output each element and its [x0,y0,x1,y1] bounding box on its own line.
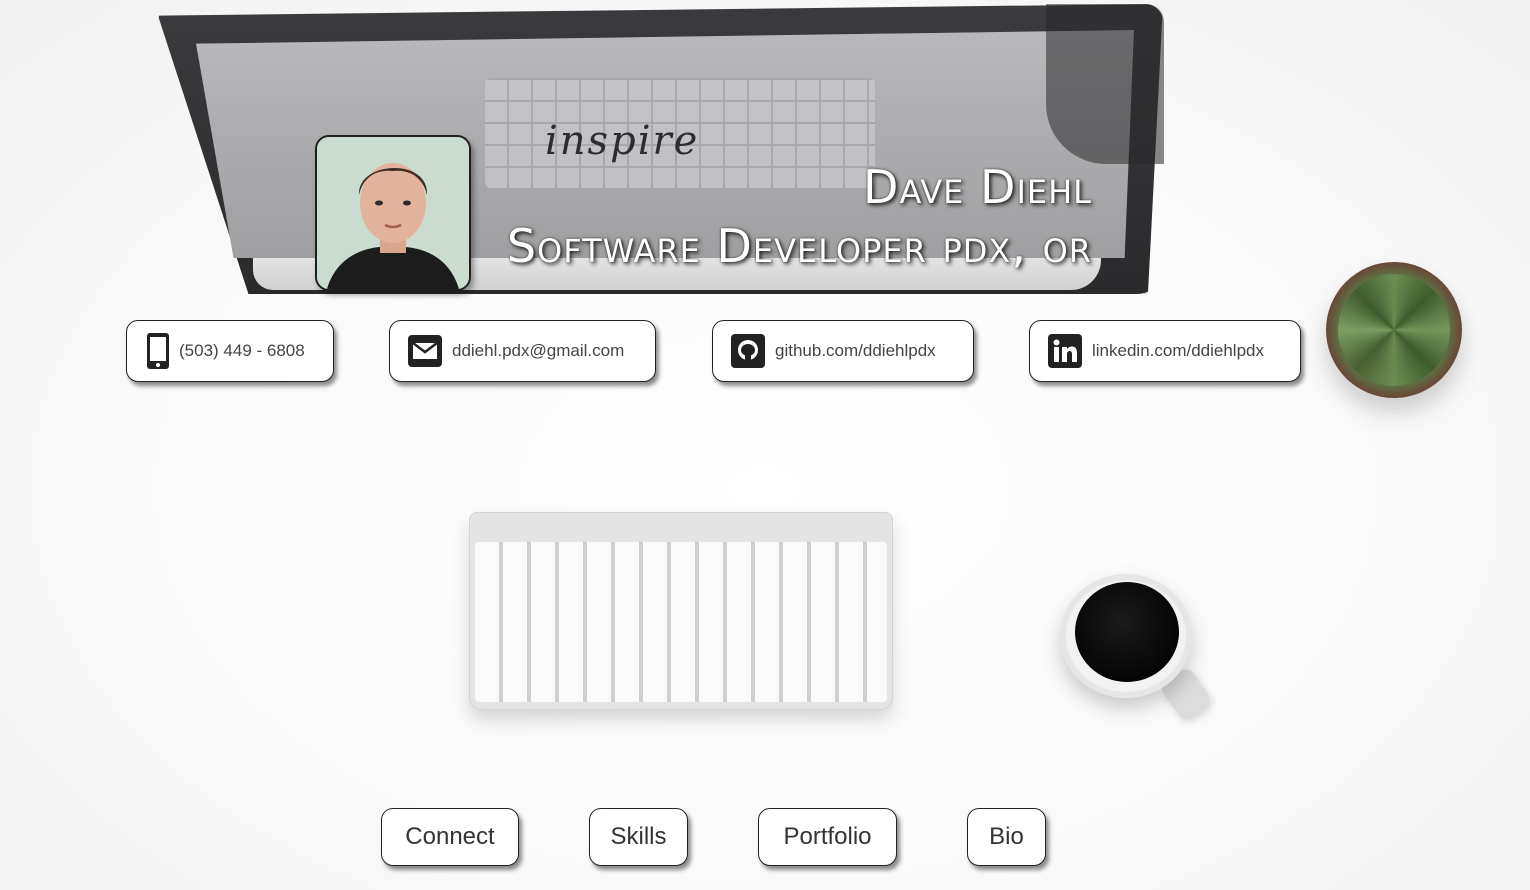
person-name: Dave Diehl [863,160,1092,214]
avatar-portrait [317,137,469,289]
avatar [315,135,471,291]
page: inspire Dave Diehl Software Developer pd… [0,0,1530,890]
phone-icon [145,333,171,369]
email-label: ddiehl.pdx@gmail.com [452,341,625,360]
email-icon [408,334,442,368]
github-icon [731,334,765,368]
succulent-leaves [1338,274,1450,386]
linkedin-label: linkedin.com/ddiehlpdx [1092,341,1264,360]
nav-skills-button[interactable]: Skills [589,808,688,866]
header-title-block: Dave Diehl Software Developer pdx, or [507,158,1092,276]
linkedin-contact-button[interactable]: linkedin.com/ddiehlpdx [1029,320,1301,382]
github-contact-button[interactable]: github.com/ddiehlpdx [712,320,974,382]
linkedin-icon [1048,334,1082,368]
coffee [1075,582,1179,682]
github-label: github.com/ddiehlpdx [775,341,936,360]
email-contact-button[interactable]: ddiehl.pdx@gmail.com [389,320,656,382]
nav-connect-button[interactable]: Connect [381,808,519,866]
monitor-glare [1046,4,1164,164]
phone-contact-button[interactable]: (503) 449 - 6808 [126,320,334,382]
nav-portfolio-button[interactable]: Portfolio [758,808,897,866]
nav-bio-button[interactable]: Bio [967,808,1046,866]
keyboard-keys [475,542,887,702]
phone-label: (503) 449 - 6808 [179,341,305,360]
job-title: Software Developer pdx, or [506,219,1092,273]
